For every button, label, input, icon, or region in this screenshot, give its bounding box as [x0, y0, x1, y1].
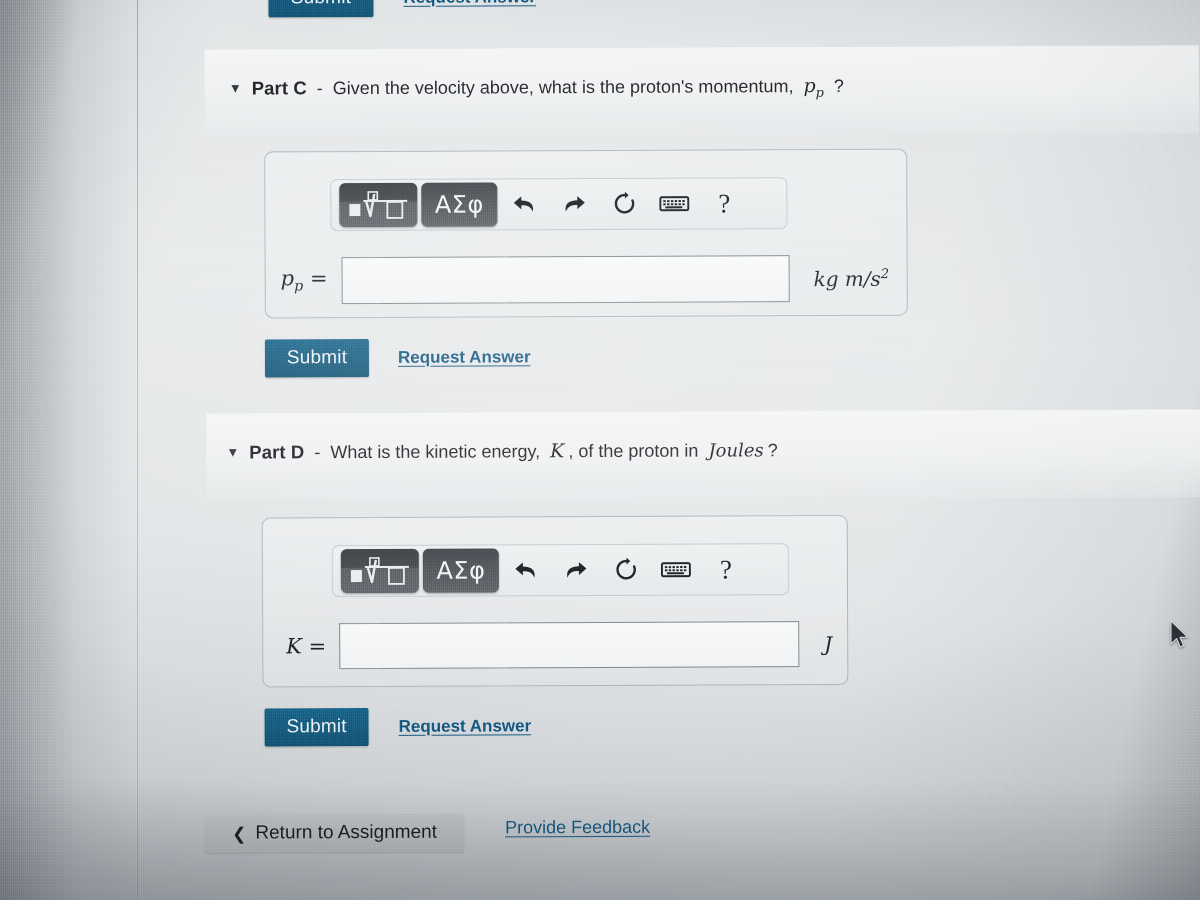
- reset-circular-arrow-icon: [616, 557, 636, 580]
- part-d-reset-button[interactable]: [603, 548, 649, 592]
- part-c-answer-input[interactable]: [341, 255, 790, 305]
- part-c-reset-button[interactable]: [601, 182, 647, 226]
- part-d-submit-button[interactable]: Submit: [264, 708, 369, 747]
- return-to-assignment-button[interactable]: ❮ Return to Assignment: [204, 813, 465, 853]
- part-c-answer-row: pp = kg m/s2: [281, 255, 890, 305]
- keyboard-icon: [659, 196, 690, 212]
- part-d-undo-button[interactable]: [503, 548, 549, 592]
- part-d-question-end: ?: [767, 440, 778, 461]
- part-d-dash: -: [314, 442, 321, 463]
- part-c-collapse-caret-icon[interactable]: ▼: [229, 81, 242, 96]
- part-c-request-answer-link[interactable]: Request Answer: [398, 347, 531, 368]
- undo-icon: [513, 196, 534, 212]
- part-d-question-mid: , of the proton in: [568, 440, 699, 462]
- part-d-greek-symbols-button[interactable]: ΑΣφ: [422, 548, 500, 593]
- part-c-variable-label: pp =: [280, 266, 328, 295]
- part-d-math-toolbar: ΑΣφ ?: [331, 543, 790, 598]
- part-c-dash: -: [316, 78, 323, 99]
- photo-surface: Submit Request Answer ▼ Part C - Given t…: [0, 0, 1200, 900]
- part-c-math-toolbar: ΑΣφ ?: [330, 177, 788, 232]
- part-c-greek-symbols-button[interactable]: ΑΣφ: [421, 182, 498, 227]
- previous-submit-button[interactable]: Submit: [268, 0, 374, 18]
- part-d-unit-label: J: [824, 631, 833, 657]
- part-d-collapse-caret-icon[interactable]: ▼: [226, 445, 239, 460]
- previous-request-answer-link[interactable]: Request Answer: [403, 0, 536, 8]
- part-d-answer-row: K = J: [286, 621, 833, 670]
- part-d-keyboard-button[interactable]: [653, 548, 699, 592]
- redo-icon: [567, 562, 587, 578]
- part-c-unit-label: kg m/s2: [813, 266, 890, 291]
- part-d-answer-input[interactable]: [339, 621, 800, 670]
- keyboard-icon: [660, 562, 691, 578]
- provide-feedback-link[interactable]: Provide Feedback: [505, 817, 650, 839]
- part-d-redo-button[interactable]: [553, 548, 599, 592]
- part-c-question-symbol: pp: [803, 75, 824, 101]
- math-template-icon: [350, 557, 409, 585]
- part-c-keyboard-button[interactable]: [651, 182, 697, 226]
- math-template-icon: [349, 191, 408, 219]
- reset-circular-arrow-icon: [614, 191, 635, 214]
- part-d-question-pre: What is the kinetic energy,: [330, 441, 541, 463]
- chevron-left-icon: ❮: [232, 824, 247, 844]
- part-c-redo-button[interactable]: [551, 182, 597, 226]
- part-d-help-button[interactable]: ?: [703, 547, 749, 591]
- part-d-header[interactable]: ▼ Part D - What is the kinetic energy, K…: [226, 439, 777, 463]
- part-c-submit-button[interactable]: Submit: [264, 339, 370, 378]
- part-c-math-template-button[interactable]: [339, 182, 418, 228]
- previous-part-actions: Submit Request Answer: [268, 0, 536, 18]
- redo-icon: [565, 196, 585, 212]
- part-d-question-symbol: K: [550, 440, 565, 463]
- part-c-label: Part C: [251, 77, 307, 99]
- part-d-question-unit-word: Joules: [708, 440, 764, 462]
- part-c-question-end: ?: [833, 75, 844, 96]
- part-c-question-text: Given the velocity above, what is the pr…: [332, 76, 794, 99]
- part-c-undo-button[interactable]: [501, 182, 547, 226]
- part-d-math-template-button[interactable]: [340, 548, 420, 594]
- part-c-header[interactable]: ▼ Part C - Given the velocity above, wha…: [229, 75, 844, 103]
- part-d-label: Part D: [249, 441, 305, 463]
- undo-icon: [515, 562, 535, 578]
- part-d-request-answer-link[interactable]: Request Answer: [399, 716, 532, 737]
- part-d-variable-label: K =: [286, 634, 327, 659]
- page-content: Submit Request Answer ▼ Part C - Given t…: [0, 0, 1200, 900]
- return-to-assignment-label: Return to Assignment: [255, 821, 438, 844]
- part-c-help-button[interactable]: ?: [701, 181, 747, 225]
